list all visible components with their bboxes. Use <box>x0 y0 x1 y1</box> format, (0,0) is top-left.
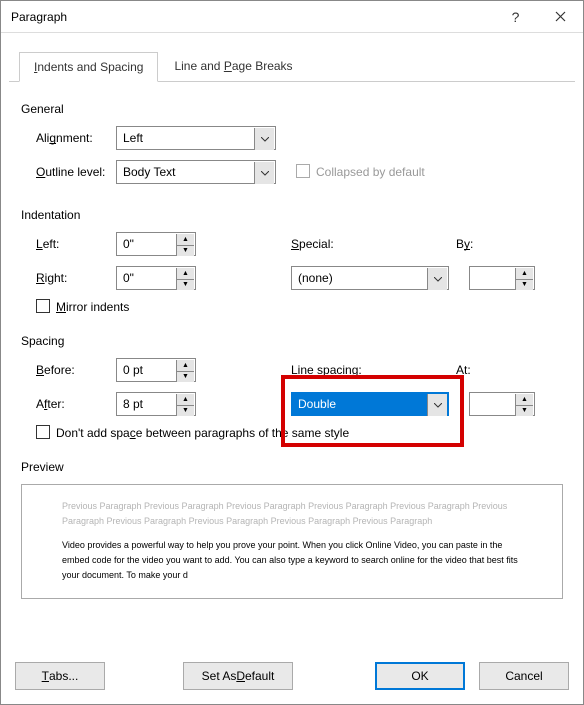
at-spinner[interactable]: ▲▼ <box>469 392 535 416</box>
dialog-title: Paragraph <box>11 10 493 24</box>
line-spacing-combo[interactable]: Double <box>291 392 449 416</box>
outline-level-label: Outline level: <box>21 165 116 179</box>
chevron-down-icon[interactable]: ▼ <box>177 280 194 291</box>
mirror-indents-checkbox[interactable] <box>36 299 50 313</box>
indent-right-spinner[interactable]: 0" ▲▼ <box>116 266 196 290</box>
titlebar: Paragraph ? <box>1 1 583 33</box>
outline-level-combo[interactable]: Body Text <box>116 160 276 184</box>
alignment-label: Alignment: <box>21 131 116 145</box>
chevron-up-icon[interactable]: ▲ <box>516 268 533 280</box>
tabs-button[interactable]: Tabs... <box>15 662 105 690</box>
preview-box: Previous Paragraph Previous Paragraph Pr… <box>21 484 563 599</box>
tab-line-page-breaks[interactable]: Line and Page Breaks <box>160 52 306 82</box>
collapsed-label: Collapsed by default <box>316 165 425 179</box>
mirror-indents-label: Mirror indents <box>56 300 129 314</box>
help-button[interactable]: ? <box>493 2 538 32</box>
chevron-up-icon[interactable]: ▲ <box>177 394 194 406</box>
section-spacing: Spacing <box>21 334 563 348</box>
tab-strip: Indents and Spacing Line and Page Breaks <box>9 41 575 82</box>
chevron-up-icon[interactable]: ▲ <box>177 360 194 372</box>
indent-left-spinner[interactable]: 0" ▲▼ <box>116 232 196 256</box>
chevron-up-icon[interactable]: ▲ <box>177 268 194 280</box>
section-indentation: Indentation <box>21 208 563 222</box>
tab-indents-spacing[interactable]: Indents and Spacing <box>19 52 158 82</box>
paragraph-dialog: Paragraph ? Indents and Spacing Line and… <box>0 0 584 705</box>
alignment-combo[interactable]: Left <box>116 126 276 150</box>
help-icon: ? <box>512 9 520 25</box>
chevron-down-icon <box>254 162 274 184</box>
no-space-label: Don't add space between paragraphs of th… <box>56 426 349 440</box>
chevron-down-icon <box>427 394 447 416</box>
collapsed-checkbox[interactable] <box>296 164 310 178</box>
chevron-down-icon <box>427 268 447 290</box>
cancel-button[interactable]: Cancel <box>479 662 569 690</box>
after-spinner[interactable]: 8 pt ▲▼ <box>116 392 196 416</box>
section-general: General <box>21 102 563 116</box>
at-label: At: <box>456 363 526 377</box>
after-label: After: <box>21 397 116 411</box>
chevron-up-icon[interactable]: ▲ <box>177 234 194 246</box>
no-space-checkbox[interactable] <box>36 425 50 439</box>
chevron-down-icon[interactable]: ▼ <box>177 406 194 417</box>
chevron-down-icon <box>254 128 274 150</box>
indent-right-label: Right: <box>21 271 116 285</box>
ok-button[interactable]: OK <box>375 662 465 690</box>
chevron-down-icon[interactable]: ▼ <box>516 406 533 417</box>
before-label: Before: <box>21 363 116 377</box>
special-combo[interactable]: (none) <box>291 266 449 290</box>
close-button[interactable] <box>538 2 583 32</box>
dialog-footer: Tabs... Set As Default OK Cancel <box>1 650 583 704</box>
line-spacing-label: Line spacing: <box>291 363 391 377</box>
preview-previous-text: Previous Paragraph Previous Paragraph Pr… <box>62 499 522 530</box>
dialog-content: General Alignment: Left Outline level: B… <box>1 82 583 650</box>
set-default-button[interactable]: Set As Default <box>183 662 293 690</box>
section-preview: Preview <box>21 460 563 474</box>
special-label: Special: <box>291 237 361 251</box>
close-icon <box>555 11 566 22</box>
before-spinner[interactable]: 0 pt ▲▼ <box>116 358 196 382</box>
by-label: By: <box>456 237 526 251</box>
preview-body-text: Video provides a powerful way to help yo… <box>62 538 522 584</box>
chevron-down-icon[interactable]: ▼ <box>516 280 533 291</box>
chevron-down-icon[interactable]: ▼ <box>177 246 194 257</box>
chevron-down-icon[interactable]: ▼ <box>177 372 194 383</box>
chevron-up-icon[interactable]: ▲ <box>516 394 533 406</box>
by-spinner[interactable]: ▲▼ <box>469 266 535 290</box>
indent-left-label: Left: <box>21 237 116 251</box>
